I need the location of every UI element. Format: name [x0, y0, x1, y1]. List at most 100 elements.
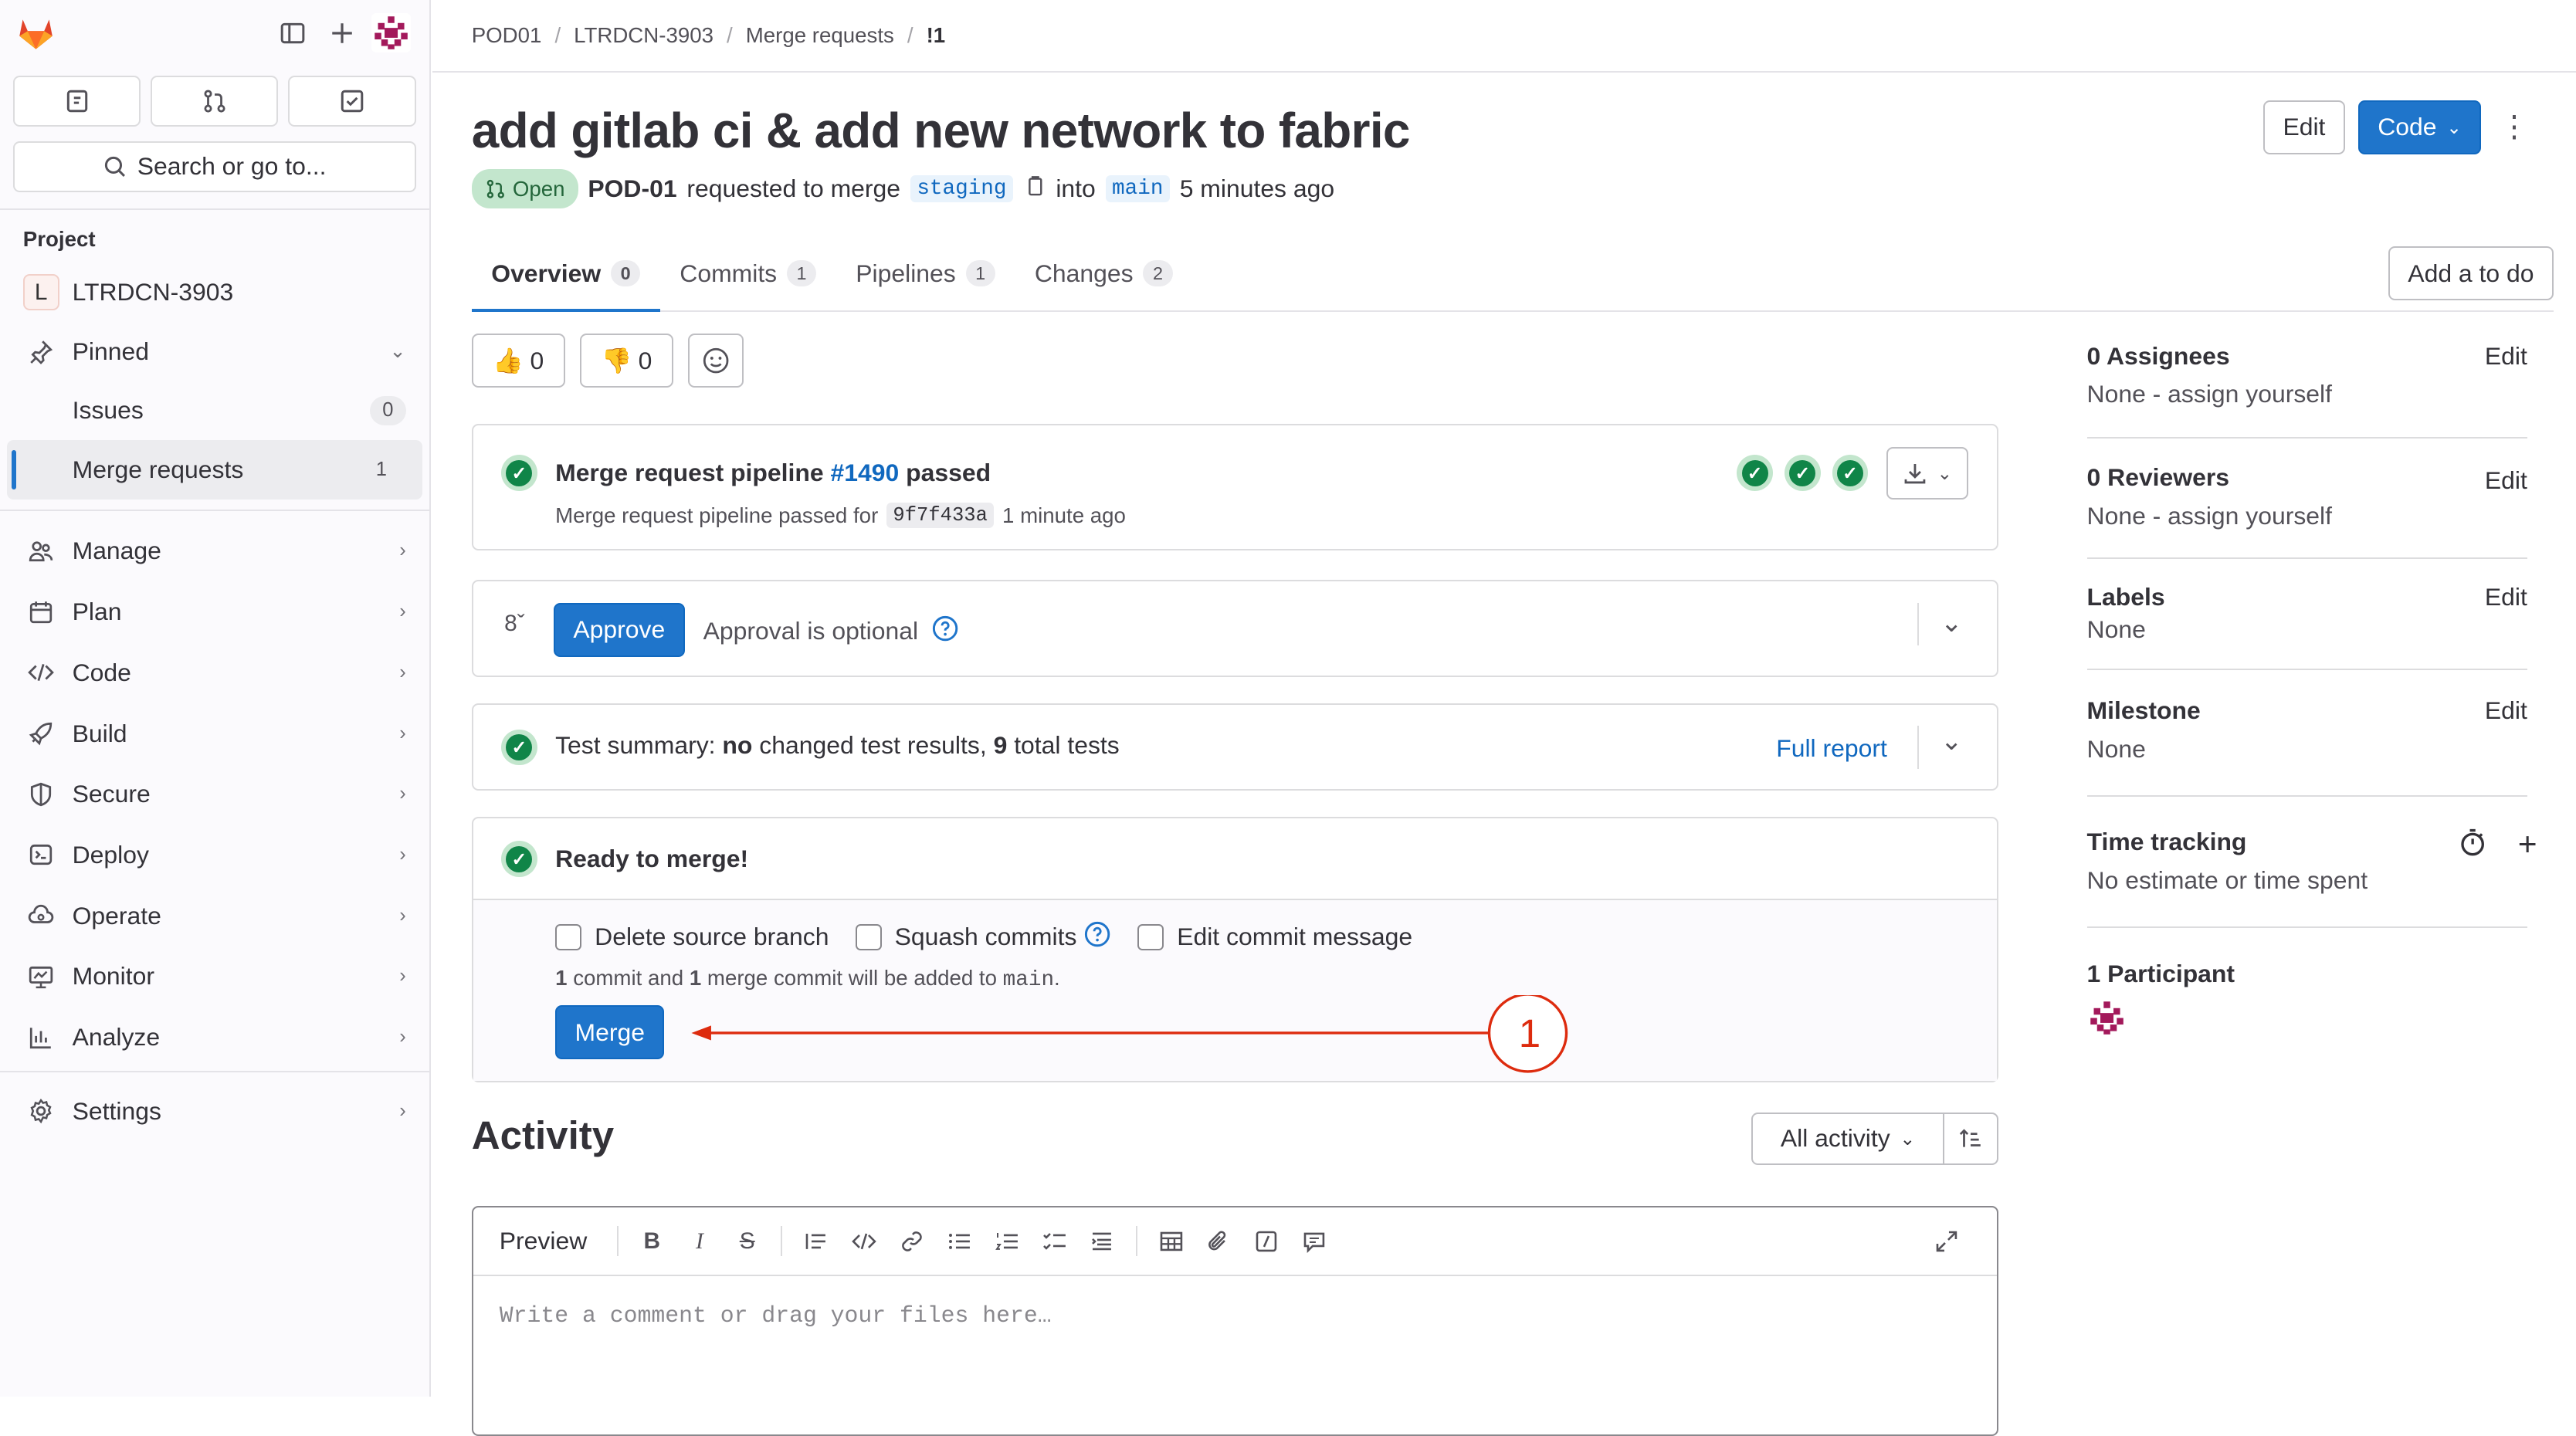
comment-editor: Preview B I S Write a comment or drag yo… — [471, 1205, 1998, 1436]
sidebar-item-merge-requests[interactable]: Merge requests 1 — [6, 440, 423, 500]
more-actions-icon[interactable]: ⋮ — [2494, 100, 2534, 154]
merge-requests-shortcut-button[interactable] — [151, 75, 279, 127]
commit-sha[interactable]: 9f7f433a — [886, 503, 995, 529]
sidebar-item-monitor[interactable]: Monitor › — [0, 947, 429, 1008]
chevron-down-icon[interactable]: ⌄ — [1940, 726, 1963, 757]
todos-shortcut-button[interactable] — [288, 75, 416, 127]
project-link[interactable]: L LTRDCN-3903 — [0, 262, 429, 322]
squash-checkbox[interactable] — [855, 923, 882, 950]
merge-target: main — [1002, 968, 1055, 993]
project-name: LTRDCN-3903 — [72, 278, 234, 307]
preview-tab[interactable]: Preview — [500, 1227, 587, 1255]
requested-text: requested to merge — [686, 174, 901, 203]
sidebar-item-code[interactable]: Code › — [0, 642, 429, 703]
quote-icon[interactable] — [792, 1229, 840, 1254]
sort-direction-button[interactable] — [1944, 1114, 1997, 1163]
participants-title: 1 Participant — [2086, 959, 2235, 987]
approve-button[interactable]: Approve — [553, 602, 685, 658]
sidebar-item-analyze[interactable]: Analyze › — [0, 1007, 429, 1068]
collapsible-section-icon[interactable] — [1078, 1229, 1126, 1254]
add-todo-button[interactable]: Add a to do — [2388, 246, 2554, 301]
tab-commits[interactable]: Commits 1 — [660, 237, 836, 311]
bullet-list-icon[interactable] — [935, 1229, 983, 1254]
sidebar-item-settings[interactable]: Settings › — [0, 1081, 429, 1142]
sidebar-item-deploy[interactable]: Deploy › — [0, 825, 429, 886]
add-time-icon[interactable]: + — [2518, 826, 2537, 864]
table-icon[interactable] — [1147, 1229, 1195, 1254]
assign-reviewer-link[interactable]: None - assign yourself — [2087, 502, 2527, 530]
user-avatar[interactable] — [367, 8, 416, 58]
stopwatch-icon[interactable] — [2458, 828, 2487, 864]
stage-success-icon[interactable]: ✓ — [1784, 455, 1821, 492]
tab-overview[interactable]: Overview 0 — [471, 237, 660, 313]
status-badge: Open — [471, 169, 578, 209]
help-icon[interactable] — [931, 615, 959, 649]
create-new-icon[interactable] — [317, 8, 367, 58]
time-tracking-section: Time tracking No estimate or time spent … — [2086, 826, 2537, 929]
participant-avatar[interactable] — [2087, 998, 2235, 1045]
code-dropdown-button[interactable]: Code ⌄ — [2357, 100, 2482, 155]
paperclip-icon[interactable] — [1195, 1229, 1242, 1254]
commit-summary: 1 commit and 1 merge commit will be adde… — [555, 966, 1060, 993]
edit-milestone-button[interactable]: Edit — [2485, 696, 2527, 725]
source-branch[interactable]: staging — [910, 175, 1013, 203]
stage-success-icon[interactable]: ✓ — [1832, 455, 1869, 492]
sidebar-item-build[interactable]: Build › — [0, 703, 429, 764]
artifacts-download-button[interactable]: ⌄ — [1886, 446, 1969, 500]
sidebar-item-label: Analyze — [72, 1023, 161, 1052]
gitlab-logo-icon[interactable] — [13, 10, 59, 56]
commit-text: commit and — [573, 966, 684, 991]
delete-branch-checkbox[interactable] — [555, 923, 582, 950]
pinned-toggle[interactable]: Pinned ⌄ — [0, 322, 429, 381]
target-branch[interactable]: main — [1105, 175, 1170, 203]
help-icon[interactable] — [1083, 920, 1111, 954]
breadcrumb-group[interactable]: POD01 — [472, 23, 542, 48]
comment-input[interactable]: Write a comment or drag your files here… — [473, 1276, 1997, 1355]
numbered-list-icon[interactable] — [983, 1229, 1031, 1254]
code-icon[interactable] — [840, 1229, 888, 1254]
edit-labels-button[interactable]: Edit — [2485, 583, 2527, 611]
breadcrumb-merge-requests[interactable]: Merge requests — [746, 23, 894, 48]
issues-shortcut-button[interactable] — [13, 75, 141, 127]
add-reaction-button[interactable] — [688, 333, 744, 388]
sidebar-item-manage[interactable]: Manage › — [0, 520, 429, 581]
labels-title: Labels — [2086, 583, 2165, 611]
strikethrough-icon[interactable]: S — [724, 1228, 771, 1255]
sidebar-item-issues[interactable]: Issues 0 — [0, 381, 429, 441]
edit-button[interactable]: Edit — [2263, 100, 2345, 155]
search-button[interactable]: Search or go to... — [13, 141, 416, 192]
full-report-link[interactable]: Full report — [1776, 734, 1887, 763]
bold-icon[interactable]: B — [628, 1228, 676, 1255]
edit-commit-message-checkbox[interactable] — [1137, 923, 1164, 950]
link-icon[interactable] — [888, 1229, 936, 1254]
toggle-sidebar-icon[interactable] — [268, 8, 317, 58]
thumbs-up-button[interactable]: 👍 0 — [471, 333, 565, 388]
tab-changes[interactable]: Changes 2 — [1015, 237, 1192, 311]
breadcrumb-current[interactable]: !1 — [927, 23, 946, 48]
slash-commands-icon[interactable] — [1242, 1229, 1290, 1254]
stage-success-icon[interactable]: ✓ — [1737, 455, 1773, 492]
chevron-right-icon: › — [399, 904, 406, 926]
comment-icon[interactable] — [1290, 1229, 1338, 1254]
copy-icon[interactable] — [1023, 174, 1046, 204]
pinned-label: Pinned — [72, 337, 149, 365]
sidebar-item-plan[interactable]: Plan › — [0, 581, 429, 642]
sidebar-item-operate[interactable]: Operate › — [0, 886, 429, 947]
assign-yourself-link[interactable]: None - assign yourself — [2087, 380, 2527, 408]
author-link[interactable]: POD-01 — [588, 174, 676, 203]
tab-pipelines[interactable]: Pipelines 1 — [836, 237, 1015, 311]
task-list-icon[interactable] — [1031, 1229, 1079, 1254]
edit-reviewers-button[interactable]: Edit — [2485, 466, 2527, 495]
chevron-right-icon: › — [399, 540, 406, 562]
italic-icon[interactable]: I — [676, 1228, 724, 1255]
activity-filter-dropdown[interactable]: All activity ⌄ — [1753, 1113, 1944, 1163]
merge-button[interactable]: Merge — [555, 1005, 665, 1060]
chevron-down-icon[interactable]: ⌄ — [1940, 608, 1963, 638]
sidebar-item-secure[interactable]: Secure › — [0, 764, 429, 825]
breadcrumb-project[interactable]: LTRDCN-3903 — [574, 23, 713, 48]
edit-assignees-button[interactable]: Edit — [2485, 342, 2527, 371]
thumbs-down-button[interactable]: 👎 0 — [579, 333, 673, 388]
ready-success-icon: ✓ — [500, 841, 537, 878]
fullscreen-icon[interactable] — [1923, 1229, 1971, 1254]
pipeline-link[interactable]: #1490 — [831, 459, 900, 486]
